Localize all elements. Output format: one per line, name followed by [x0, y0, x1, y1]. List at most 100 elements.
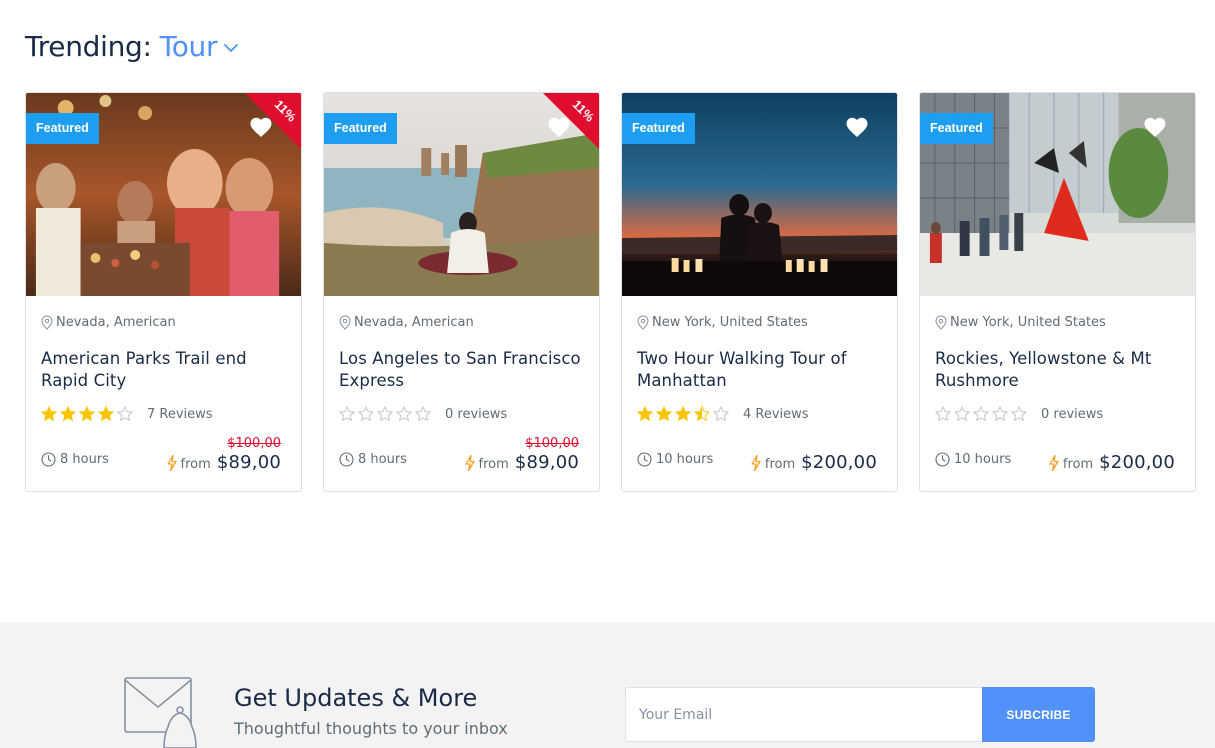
star-filled-icon	[60, 406, 76, 421]
star-rating	[935, 406, 1027, 422]
star-filled-icon	[98, 406, 114, 421]
clock-icon	[637, 452, 652, 467]
location-text: New York, United States	[950, 314, 1106, 330]
duration-text: 10 hours	[954, 452, 1012, 467]
rating: 7 Reviews	[41, 405, 286, 423]
tour-image[interactable]: Featured	[622, 93, 897, 296]
duration: 10 hours	[935, 452, 1011, 467]
reviews-count: 0 reviews	[445, 406, 508, 422]
star-filled-icon	[637, 406, 653, 421]
reviews-count: 4 Reviews	[743, 406, 809, 422]
newsletter-title: Get Updates & More	[234, 684, 478, 712]
star-empty-icon	[377, 406, 393, 421]
newsletter-section: Get Updates & More Thoughtful thoughts t…	[0, 622, 1215, 748]
map-pin-icon	[339, 314, 351, 330]
tour-title-link[interactable]: Los Angeles to San Francisco Express	[339, 348, 584, 392]
star-empty-icon	[415, 406, 431, 421]
clock-icon	[935, 452, 950, 467]
trending-header: Trending: Tour	[25, 28, 239, 64]
rating: 4 Reviews	[637, 405, 882, 423]
subscribe-button[interactable]: SUBCRIBE	[982, 687, 1095, 742]
star-empty-icon	[1011, 406, 1027, 421]
price-from: from	[1062, 457, 1094, 472]
heart-icon[interactable]	[249, 116, 273, 138]
featured-badge: Featured	[920, 113, 993, 144]
tour-card[interactable]: Featured New York, United States Two Hou…	[621, 92, 898, 492]
old-price: $100,00	[525, 436, 579, 451]
trending-dropdown[interactable]: Tour	[160, 30, 218, 63]
location: Nevada, American	[339, 313, 584, 331]
star-empty-icon	[117, 406, 133, 421]
price: $89,00	[514, 452, 579, 473]
rating: 0 reviews	[339, 405, 584, 423]
duration: 8 hours	[339, 452, 407, 467]
star-empty-icon	[396, 406, 412, 421]
featured-badge: Featured	[622, 113, 695, 144]
star-rating	[339, 406, 431, 422]
clock-icon	[41, 452, 56, 467]
reviews-count: 0 reviews	[1041, 406, 1104, 422]
newsletter-subtitle: Thoughtful thoughts to your inbox	[234, 719, 508, 738]
star-empty-icon	[954, 406, 970, 421]
tour-title-link[interactable]: Rockies, Yellowstone & Mt Rushmore	[935, 348, 1180, 392]
duration-text: 8 hours	[60, 452, 109, 467]
star-empty-icon	[973, 406, 989, 421]
map-pin-icon	[41, 314, 53, 330]
trending-label: Trending:	[25, 29, 152, 63]
price-line: from $200,00	[1049, 452, 1175, 473]
star-filled-icon	[675, 406, 691, 421]
star-empty-icon	[358, 406, 374, 421]
location: New York, United States	[935, 313, 1180, 331]
price-from: from	[478, 457, 509, 472]
price-from: from	[180, 457, 211, 472]
location-text: Nevada, American	[354, 314, 474, 330]
location-text: Nevada, American	[56, 314, 176, 330]
clock-icon	[339, 452, 354, 467]
star-filled-icon	[79, 406, 95, 421]
mail-bell-icon	[124, 677, 197, 748]
duration-text: 10 hours	[656, 452, 714, 467]
lightning-icon	[464, 454, 475, 471]
location: Nevada, American	[41, 313, 286, 331]
map-pin-icon	[935, 314, 947, 330]
star-empty-icon	[992, 406, 1008, 421]
rating: 0 reviews	[935, 405, 1180, 423]
map-pin-icon	[637, 314, 649, 330]
price-line: from $89,00	[166, 452, 281, 473]
heart-icon[interactable]	[547, 116, 571, 138]
location: New York, United States	[637, 313, 882, 331]
star-filled-icon	[656, 406, 672, 421]
star-rating	[637, 406, 729, 422]
star-rating	[41, 406, 133, 422]
price-from: from	[764, 457, 796, 472]
reviews-count: 7 Reviews	[147, 406, 213, 422]
heart-icon[interactable]	[1143, 116, 1167, 138]
tour-card[interactable]: Featured New York, United States Rockies…	[919, 92, 1196, 492]
price: $200,00	[1099, 452, 1175, 473]
tour-image[interactable]: Featured 11%	[324, 93, 599, 296]
tour-title-link[interactable]: American Parks Trail end Rapid City	[41, 348, 286, 392]
star-filled-icon	[694, 406, 710, 421]
heart-icon[interactable]	[845, 116, 869, 138]
chevron-down-icon[interactable]	[223, 40, 239, 56]
star-empty-icon	[713, 406, 729, 421]
star-empty-icon	[339, 406, 355, 421]
star-filled-icon	[41, 406, 57, 421]
tour-card-list: Featured 11% Nevada, American American P…	[25, 92, 1196, 492]
tour-image[interactable]: Featured	[920, 93, 1195, 296]
duration-text: 8 hours	[358, 452, 407, 467]
price-line: from $89,00	[464, 452, 579, 473]
tour-image[interactable]: Featured 11%	[26, 93, 301, 296]
featured-badge: Featured	[26, 113, 99, 144]
email-input[interactable]	[625, 687, 983, 742]
tour-card[interactable]: Featured 11% Nevada, American Los Angele…	[323, 92, 600, 492]
star-empty-icon	[935, 406, 951, 421]
tour-card[interactable]: Featured 11% Nevada, American American P…	[25, 92, 302, 492]
price: $89,00	[216, 452, 281, 473]
price: $200,00	[801, 452, 877, 473]
duration: 10 hours	[637, 452, 713, 467]
location-text: New York, United States	[652, 314, 808, 330]
tour-title-link[interactable]: Two Hour Walking Tour of Manhattan	[637, 348, 882, 392]
duration: 8 hours	[41, 452, 109, 467]
old-price: $100,00	[227, 436, 281, 451]
